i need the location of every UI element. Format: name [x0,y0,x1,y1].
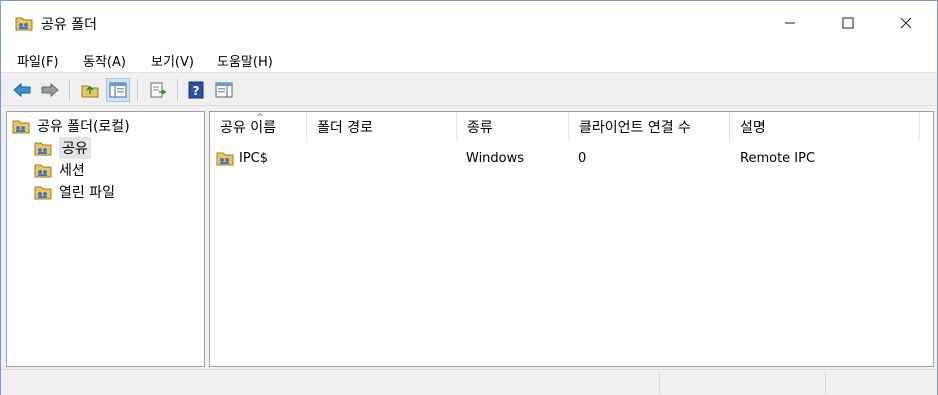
back-button[interactable] [10,78,34,102]
status-bar [1,369,937,395]
shared-folder-icon [15,17,33,31]
tree-item-label: 열린 파일 [59,185,115,201]
maximize-button[interactable] [819,1,877,45]
tree-item-shares[interactable]: 공유 [34,137,91,159]
close-button[interactable] [877,1,935,45]
up-folder-icon [81,85,99,98]
column-header-type[interactable]: 종류 [457,112,569,142]
show-hide-console-tree-button[interactable] [106,78,130,102]
menu-view[interactable]: 보기(V) [151,51,194,70]
up-one-level-button[interactable] [78,78,102,102]
minimize-button[interactable] [761,1,819,45]
shared-folder-icon [12,120,30,134]
window-title: 공유 폴더 [41,17,97,33]
export-list-icon [150,82,167,98]
column-header-description[interactable]: 설명 [730,112,920,142]
app-window: 공유 폴더 파일(F) 동작(A) 보기(V) 도움말(H) ? 공유 폴더(로… [0,0,938,395]
menu-bar: 파일(F) 동작(A) 보기(V) 도움말(H) [1,45,937,73]
column-header-label: 종류 [467,120,493,136]
toolbar-separator [177,79,178,101]
close-icon [900,17,912,29]
menu-action[interactable]: 동작(A) [83,51,126,70]
tree-root[interactable]: 공유 폴더(로컬) [12,115,130,137]
column-header-label: 설명 [740,120,766,136]
column-header-label: 공유 이름 [220,120,276,136]
svg-text:?: ? [193,84,200,98]
show-hide-action-pane-icon [215,82,233,98]
shared-folder-icon [34,186,52,200]
shared-folder-icon [34,142,52,156]
title-bar[interactable]: 공유 폴더 [1,1,937,45]
shared-folder-icon [34,164,52,178]
forward-arrow-icon [41,82,59,98]
column-header-share-name[interactable]: ^ 공유 이름 [210,112,307,142]
help-icon: ? [188,81,204,99]
cell-description: Remote IPC [740,150,816,166]
tree-item-open-files[interactable]: 열린 파일 [34,181,115,203]
help-button[interactable]: ? [184,78,208,102]
cell-type: Windows [466,150,525,166]
toolbar: ? [1,74,937,106]
share-name-text: IPC$ [239,150,269,166]
status-segment [659,372,825,394]
tree-root-label: 공유 폴더(로컬) [37,119,130,135]
menu-file[interactable]: 파일(F) [17,51,59,70]
toolbar-separator [69,79,70,101]
menu-help[interactable]: 도움말(H) [217,51,273,70]
result-list: ^ 공유 이름 폴더 경로 종류 클라이언트 연결 수 설명 IPC$ Wind… [209,111,934,367]
console-tree: 공유 폴더(로컬) 공유 세션 열린 파일 [6,111,205,367]
toolbar-separator [137,79,138,101]
column-header-client-connections[interactable]: 클라이언트 연결 수 [569,112,730,142]
show-hide-tree-icon [109,82,127,98]
column-header-label: 클라이언트 연결 수 [579,120,691,136]
export-list-button[interactable] [146,78,170,102]
column-header-label: 폴더 경로 [317,120,373,136]
shared-folder-icon [216,152,234,166]
cell-share-name: IPC$ [216,148,268,168]
back-arrow-icon [13,82,31,98]
sort-ascending-icon: ^ [256,113,264,123]
maximize-icon [842,17,854,29]
column-header-folder-path[interactable]: 폴더 경로 [307,112,457,142]
tree-item-label: 세션 [59,163,85,179]
minimize-icon [785,22,795,24]
cell-client-connections: 0 [578,150,587,166]
show-hide-action-pane-button[interactable] [212,78,236,102]
status-segment [825,372,937,394]
forward-button[interactable] [38,78,62,102]
tree-item-label: 공유 [59,137,91,159]
tree-item-sessions[interactable]: 세션 [34,159,85,181]
